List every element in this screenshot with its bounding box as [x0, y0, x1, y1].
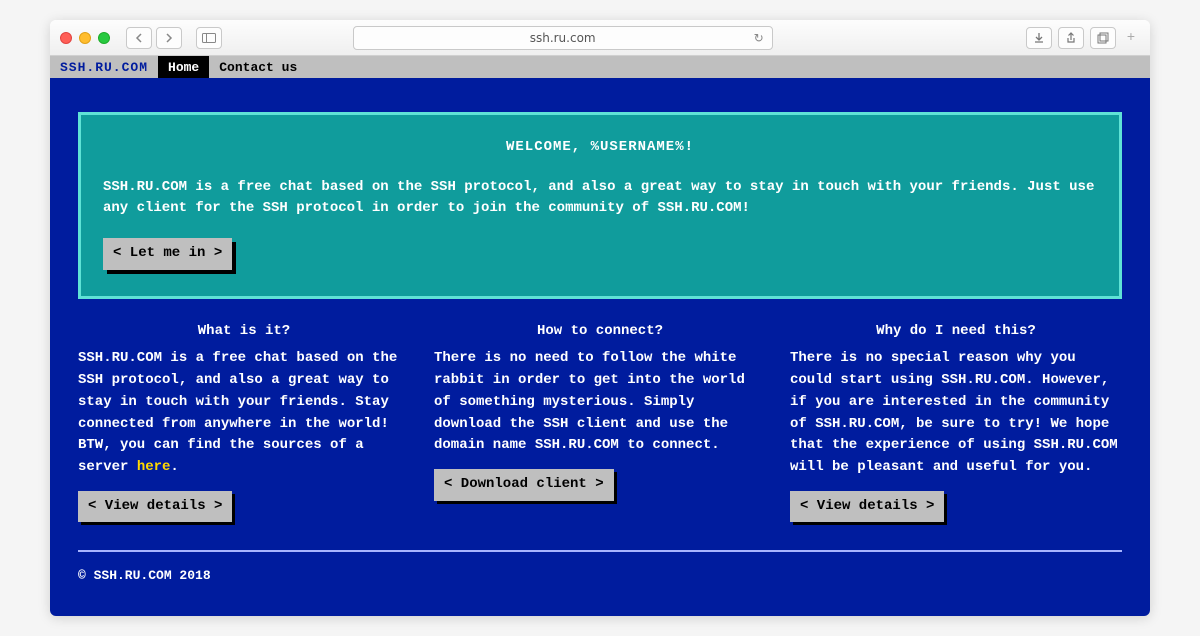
new-tab-button[interactable]: +: [1122, 27, 1140, 49]
page-content: WELCOME, %USERNAME%! SSH.RU.COM is a fre…: [50, 78, 1150, 616]
page-body: SSH.RU.COM Home Contact us WELCOME, %USE…: [50, 56, 1150, 616]
window-controls: [60, 32, 110, 44]
column-body: There is no special reason why you could…: [790, 348, 1122, 478]
hero-section: WELCOME, %USERNAME%! SSH.RU.COM is a fre…: [78, 112, 1122, 299]
nav-buttons: [126, 27, 182, 49]
column-body: SSH.RU.COM is a free chat based on the S…: [78, 348, 410, 478]
address-bar[interactable]: ssh.ru.com ↻: [353, 26, 773, 50]
source-link[interactable]: here: [137, 459, 171, 475]
minimize-window-button[interactable]: [79, 32, 91, 44]
column-why-need: Why do I need this? There is no special …: [790, 321, 1122, 523]
site-menubar: SSH.RU.COM Home Contact us: [50, 56, 1150, 78]
browser-window: ssh.ru.com ↻ + SSH.RU.COM Home Contact u…: [50, 20, 1150, 616]
column-how-to-connect: How to connect? There is no need to foll…: [434, 321, 766, 523]
sidebar-toggle-button[interactable]: [196, 27, 222, 49]
browser-titlebar: ssh.ru.com ↻ +: [50, 20, 1150, 56]
forward-button[interactable]: [156, 27, 182, 49]
footer-text: © SSH.RU.COM 2018: [78, 566, 1122, 586]
column-title: What is it?: [78, 321, 410, 343]
fullscreen-window-button[interactable]: [98, 32, 110, 44]
share-button[interactable]: [1058, 27, 1084, 49]
reload-icon[interactable]: ↻: [754, 31, 764, 45]
address-text: ssh.ru.com: [530, 31, 596, 45]
hero-panel: WELCOME, %USERNAME%! SSH.RU.COM is a fre…: [78, 112, 1122, 299]
back-button[interactable]: [126, 27, 152, 49]
column-title: How to connect?: [434, 321, 766, 343]
view-details-button-2[interactable]: < View details >: [790, 491, 944, 523]
info-columns: What is it? SSH.RU.COM is a free chat ba…: [78, 321, 1122, 523]
close-window-button[interactable]: [60, 32, 72, 44]
let-me-in-button[interactable]: < Let me in >: [103, 238, 232, 270]
hero-title: WELCOME, %USERNAME%!: [103, 137, 1097, 159]
column-what-is-it: What is it? SSH.RU.COM is a free chat ba…: [78, 321, 410, 523]
tabs-button[interactable]: [1090, 27, 1116, 49]
separator: [78, 550, 1122, 552]
menu-item-contact[interactable]: Contact us: [209, 56, 307, 78]
download-client-button[interactable]: < Download client >: [434, 469, 614, 501]
site-brand[interactable]: SSH.RU.COM: [50, 56, 158, 78]
hero-body: SSH.RU.COM is a free chat based on the S…: [103, 177, 1097, 220]
view-details-button[interactable]: < View details >: [78, 491, 232, 523]
column-title: Why do I need this?: [790, 321, 1122, 343]
menu-item-home[interactable]: Home: [158, 56, 209, 78]
downloads-button[interactable]: [1026, 27, 1052, 49]
column-body: There is no need to follow the white rab…: [434, 348, 766, 456]
toolbar-right: +: [1026, 27, 1140, 49]
